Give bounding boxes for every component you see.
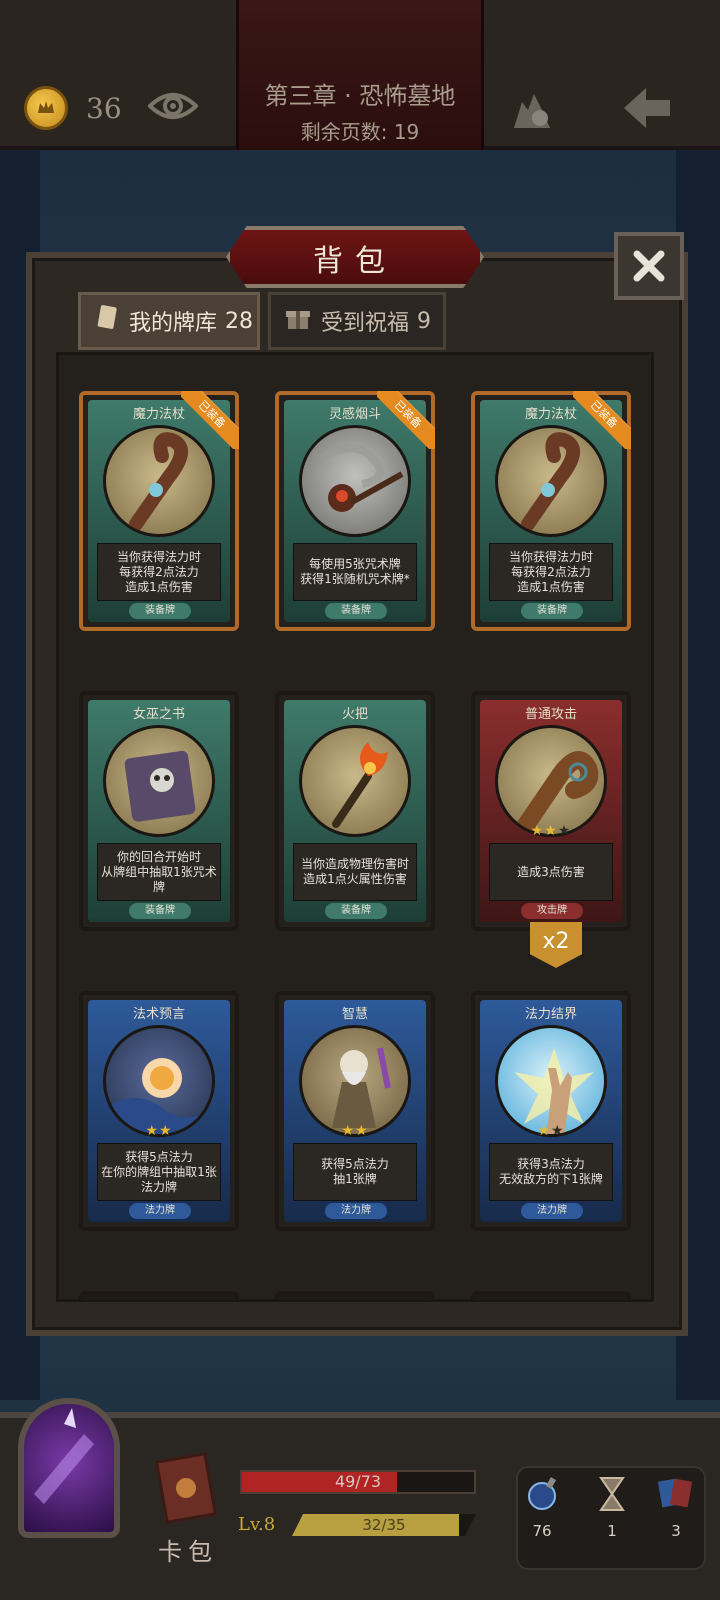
star-rating: ★★ — [341, 1123, 369, 1139]
card-grid: 已装备 魔力法杖 当你获得法力时 每获得2点法力 造成1点伤害 装备牌 已装备 灵感… — [56, 352, 654, 1302]
xp-bar: 32/35 — [292, 1514, 476, 1536]
tab-my-deck-count: 28 — [225, 308, 254, 334]
card-partial — [275, 1291, 435, 1299]
card-description: 你的回合开始时 从牌组中抽取1张咒术牌 — [97, 843, 221, 901]
card-partial — [79, 1291, 239, 1299]
card-wisdom[interactable]: 智慧 ★★ 获得5点法力 抽1张牌 法力牌 — [275, 991, 435, 1231]
card-magic-staff[interactable]: 已装备 魔力法杖 当你获得法力时 每获得2点法力 造成1点伤害 装备牌 — [79, 391, 239, 631]
game-screen: 36 第三章 · 恐怖墓地 剩余页数: 19 背包 我的牌库 28 受到祝福 9… — [0, 0, 720, 1600]
card-name: 智慧 — [341, 1007, 368, 1022]
book-art-icon — [103, 725, 215, 837]
card-torch[interactable]: 火把 当你造成物理伤害时 造成1点火属性伤害 装备牌 — [275, 691, 435, 931]
close-icon — [633, 250, 665, 282]
card-description: 当你获得法力时 每获得2点法力 造成1点伤害 — [489, 543, 613, 601]
card-description: 每使用5张咒术牌 获得1张随机咒术牌* — [293, 543, 417, 601]
card-type: 装备牌 — [129, 603, 191, 619]
card-type: 法力牌 — [521, 1203, 583, 1219]
tab-my-deck[interactable]: 我的牌库 28 — [78, 292, 260, 350]
card-description: 获得5点法力 在你的牌组中抽取1张 法力牌 — [97, 1143, 221, 1201]
card-type: 攻击牌 — [521, 903, 583, 919]
torch-art-icon — [299, 725, 411, 837]
coin-count: 36 — [86, 92, 122, 125]
chapter-title: 第三章 · 恐怖墓地 — [264, 82, 456, 110]
hourglass-icon — [599, 1477, 625, 1511]
hp-text: 49/73 — [334, 1472, 382, 1491]
potion-icon — [528, 1477, 557, 1510]
card-spell-prophecy[interactable]: 法术预言 ★★ 获得5点法力 在你的牌组中抽取1张 法力牌 法力牌 — [79, 991, 239, 1231]
coin-icon — [24, 86, 68, 130]
card-type: 法力牌 — [325, 1203, 387, 1219]
top-bar: 36 第三章 · 恐怖墓地 剩余页数: 19 — [0, 0, 720, 150]
deck-button[interactable]: 卡包 — [146, 1451, 230, 1570]
card-type: 装备牌 — [325, 903, 387, 919]
club-art-icon — [495, 725, 607, 837]
panel-title: 背包 — [313, 244, 397, 279]
cards-resource[interactable]: 3 — [646, 1476, 706, 1540]
card-name: 火把 — [341, 707, 368, 722]
tab-blessings[interactable]: 受到祝福 9 — [268, 292, 446, 350]
card-description: 获得5点法力 抽1张牌 — [293, 1143, 417, 1201]
crystal-ball-art-icon — [103, 1025, 215, 1137]
card-description: 造成3点伤害 — [489, 843, 613, 901]
gift-icon — [285, 305, 311, 337]
potion-count: 76 — [532, 1522, 552, 1540]
card-description: 当你造成物理伤害时 造成1点火属性伤害 — [293, 843, 417, 901]
card-description: 获得3点法力 无效敌方的下1张牌 — [489, 1143, 613, 1201]
card-pack-icon — [154, 1451, 218, 1525]
bag-icon[interactable] — [508, 88, 556, 136]
card-partial — [471, 1291, 631, 1299]
equipped-badge: 已装备 — [181, 391, 239, 449]
card-type: 装备牌 — [129, 903, 191, 919]
card-magic-staff[interactable]: 已装备 魔力法杖 当你获得法力时 每获得2点法力 造成1点伤害 装备牌 — [471, 391, 631, 631]
potion-resource[interactable]: 76 — [512, 1476, 572, 1540]
hourglass-resource[interactable]: 1 — [582, 1476, 642, 1540]
card-description: 当你获得法力时 每获得2点法力 造成1点伤害 — [97, 543, 221, 601]
card-inspiration-pipe[interactable]: 已装备 灵感烟斗 每使用5张咒术牌 获得1张随机咒术牌* 装备牌 — [275, 391, 435, 631]
card-type: 装备牌 — [521, 603, 583, 619]
deck-label: 卡包 — [158, 1538, 218, 1566]
level-label: Lv.8 — [238, 1514, 276, 1535]
back-arrow-icon[interactable] — [622, 86, 672, 134]
card-name: 女巫之书 — [132, 707, 185, 722]
card-name: 法术预言 — [132, 1007, 185, 1022]
card-mana-barrier[interactable]: 法力结界 ★★ 获得3点法力 无效敌方的下1张牌 法力牌 — [471, 991, 631, 1231]
pages-left: 剩余页数: 19 — [300, 120, 420, 144]
cards-icon — [657, 1478, 693, 1508]
xp-text: 32/35 — [362, 1516, 406, 1534]
tab-my-deck-label: 我的牌库 — [129, 311, 218, 336]
card-name: 普通攻击 — [524, 707, 577, 722]
eye-icon[interactable] — [147, 88, 199, 128]
tab-blessings-label: 受到祝福 — [321, 311, 410, 336]
equipped-badge: 已装备 — [573, 391, 631, 449]
star-rating: ★★★ — [530, 823, 572, 839]
star-rating: ★★ — [145, 1123, 173, 1139]
cards-icon — [95, 304, 119, 338]
tab-blessings-count: 9 — [417, 308, 432, 334]
hero-portrait[interactable] — [18, 1398, 120, 1538]
card-type: 装备牌 — [325, 603, 387, 619]
chapter-banner: 第三章 · 恐怖墓地 剩余页数: 19 — [236, 0, 484, 150]
sage-art-icon — [299, 1025, 411, 1137]
hand-barrier-art-icon — [495, 1025, 607, 1137]
card-basic-attack[interactable]: 普通攻击 ★★★ 造成3点伤害 攻击牌 — [471, 691, 631, 931]
close-button[interactable] — [614, 232, 684, 300]
equipped-badge: 已装备 — [377, 391, 435, 449]
card-type: 法力牌 — [129, 1203, 191, 1219]
cards-count: 3 — [671, 1522, 681, 1540]
hourglass-count: 1 — [607, 1522, 617, 1540]
card-name: 法力结界 — [524, 1007, 577, 1022]
hp-bar: 49/73 — [240, 1470, 476, 1494]
card-witch-book[interactable]: 女巫之书 你的回合开始时 从牌组中抽取1张咒术牌 装备牌 — [79, 691, 239, 931]
star-rating: ★★ — [537, 1123, 565, 1139]
